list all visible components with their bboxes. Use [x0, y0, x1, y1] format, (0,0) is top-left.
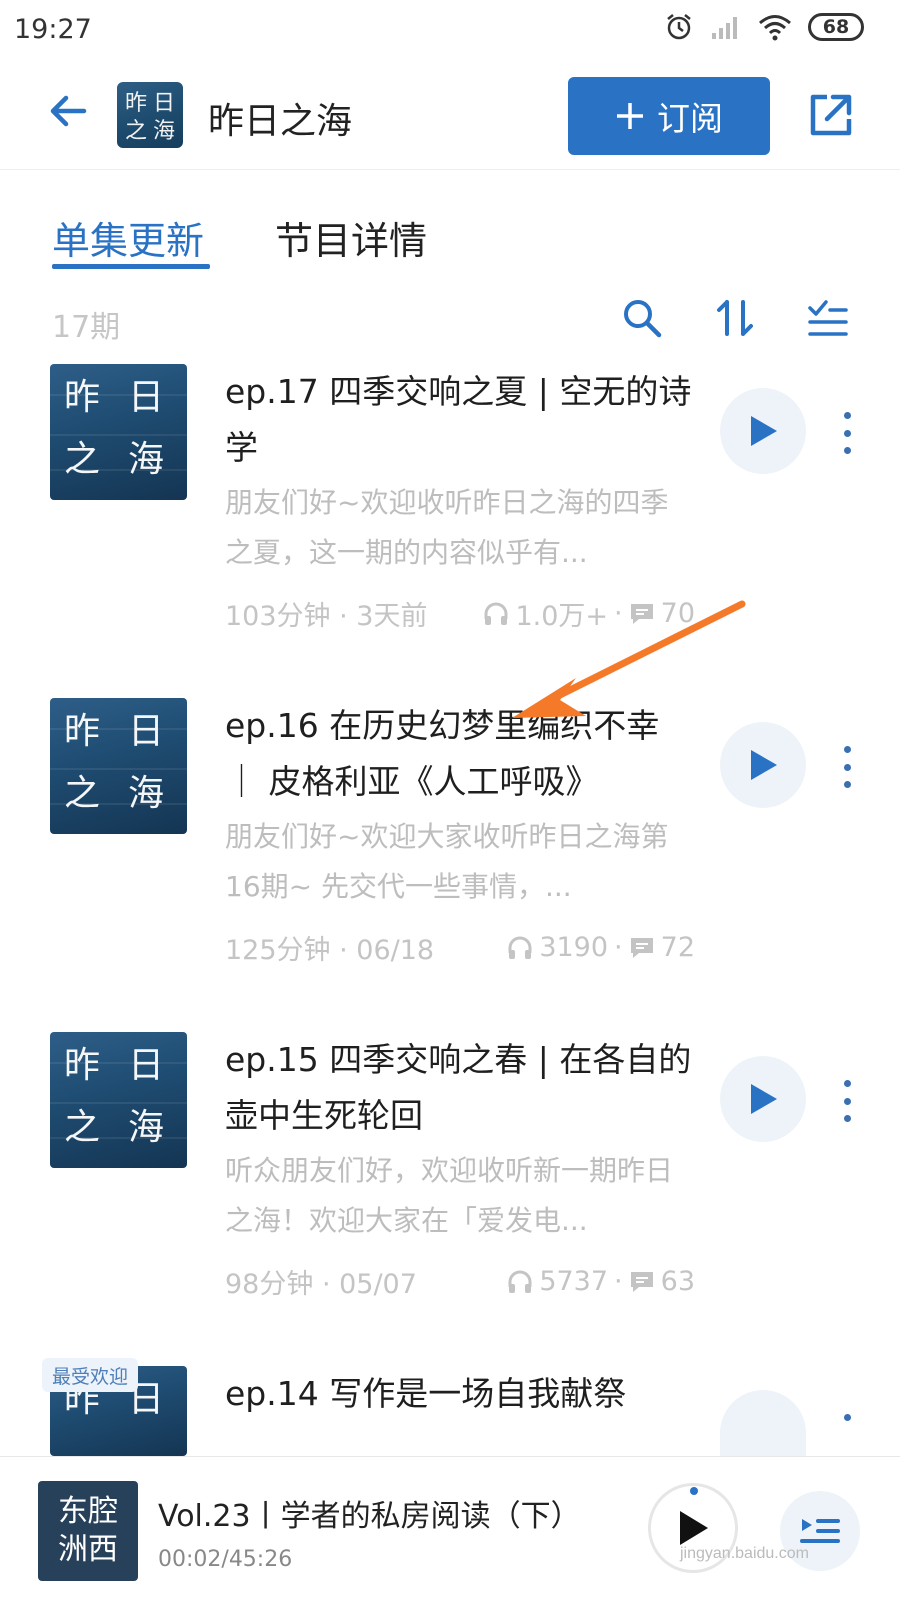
- play-icon: [680, 1511, 708, 1545]
- episode-description: 听众朋友们好，欢迎收听新一期昨日之海！欢迎大家在「爱发电...: [225, 1154, 674, 1237]
- more-options-button[interactable]: [832, 742, 862, 792]
- status-time: 19:27: [14, 14, 92, 45]
- player-track-title[interactable]: Vol.23丨学者的私房阅读（下）: [158, 1491, 581, 1535]
- episode-cover: 昨 日 之 海: [50, 698, 187, 834]
- tab-show-details[interactable]: 节目详情: [275, 210, 427, 265]
- wifi-icon: [759, 15, 791, 41]
- comment-icon: [630, 1271, 653, 1292]
- episode-cover: 昨 日 之 海: [50, 1032, 187, 1168]
- active-tab-indicator: [52, 264, 210, 269]
- playlist-icon: [800, 1519, 840, 1543]
- play-icon: [751, 750, 777, 780]
- watermark: jingyan.baidu.com: [680, 1545, 809, 1562]
- signal-icon: [712, 17, 737, 39]
- episode-duration-date: 98分钟 · 05/07: [225, 1269, 417, 1300]
- svg-text:海: 海: [153, 119, 175, 144]
- search-icon[interactable]: [620, 296, 664, 340]
- more-options-button[interactable]: [832, 408, 862, 458]
- play-count: 5737: [539, 1266, 609, 1297]
- play-count: 1.0万+: [515, 601, 609, 632]
- headphones-icon: [508, 1270, 532, 1293]
- episode-description: 朋友们好~欢迎收听昨日之海的四季之夏，这一期的内容似乎有...: [225, 486, 669, 569]
- episode-title[interactable]: ep.16 在历史幻梦里编织不幸 ｜ 皮格利亚《人工呼吸》: [225, 698, 695, 810]
- play-button[interactable]: [720, 1390, 806, 1456]
- episode-title[interactable]: ep.14 写作是一场自我献祭: [225, 1366, 695, 1422]
- episode-duration-date: 125分钟 · 06/18: [225, 935, 435, 966]
- status-bar: 19:27 68: [0, 0, 900, 64]
- more-options-button[interactable]: [832, 1076, 862, 1126]
- play-icon: [751, 1084, 777, 1114]
- svg-text:之: 之: [125, 119, 147, 144]
- comment-count: 70: [660, 598, 695, 629]
- play-icon: [751, 416, 777, 446]
- comment-icon: [630, 603, 653, 624]
- headphones-icon: [508, 936, 532, 959]
- headphones-icon: [484, 602, 508, 625]
- svg-text:日: 日: [153, 91, 175, 116]
- status-icons: 68: [664, 12, 864, 42]
- comment-count: 63: [660, 1266, 695, 1297]
- play-count: 3190: [539, 932, 609, 963]
- episode-meta: 98分钟 · 05/07 5737 · 63: [225, 1262, 695, 1301]
- episode-item[interactable]: 最受欢迎 昨 日 ep.14 写作是一场自我献祭: [0, 1358, 900, 1456]
- progress-indicator: [690, 1487, 698, 1495]
- cover-text-art: 昨 日 之 海: [125, 91, 175, 144]
- show-cover-thumbnail[interactable]: 昨 日 之 海: [117, 82, 183, 148]
- comment-icon: [630, 937, 653, 958]
- more-options-button[interactable]: [832, 1410, 862, 1430]
- battery-indicator: 68: [808, 13, 864, 41]
- sort-icon[interactable]: [714, 296, 758, 340]
- player-time: 00:02/45:26: [158, 1547, 293, 1572]
- mini-player[interactable]: 东腔 洲西 Vol.23丨学者的私房阅读（下） 00:02/45:26 jing…: [0, 1456, 900, 1600]
- episode-item[interactable]: 昨 日 之 海 ep.17 四季交响之夏 | 空无的诗学 朋友们好~欢迎收听昨日…: [0, 364, 900, 694]
- episode-meta: 125分钟 · 06/18 3190 · 72: [225, 928, 695, 967]
- back-arrow-icon[interactable]: [44, 86, 94, 136]
- episode-title[interactable]: ep.15 四季交响之春 | 在各自的壶中生死轮回: [225, 1032, 695, 1144]
- share-icon[interactable]: [805, 89, 857, 141]
- subscribe-label: 订阅: [657, 99, 723, 138]
- play-button[interactable]: [720, 388, 806, 474]
- most-popular-badge: 最受欢迎: [42, 1358, 139, 1392]
- episode-cover: 昨 日 之 海: [50, 364, 187, 500]
- play-button[interactable]: [720, 722, 806, 808]
- svg-text:昨: 昨: [125, 91, 147, 116]
- app-header: 昨 日 之 海 昨日之海 订阅: [0, 64, 900, 170]
- batch-select-icon[interactable]: [806, 296, 850, 340]
- episode-title[interactable]: ep.17 四季交响之夏 | 空无的诗学: [225, 364, 695, 476]
- episode-meta: 103分钟 · 3天前 1.0万+ · 70: [225, 594, 695, 633]
- subscribe-button[interactable]: 订阅: [568, 77, 770, 155]
- episode-duration-date: 103分钟 · 3天前: [225, 601, 428, 632]
- player-cover[interactable]: 东腔 洲西: [38, 1481, 138, 1581]
- plus-icon: [617, 103, 643, 129]
- episode-count: 17期: [52, 310, 121, 345]
- comment-count: 72: [660, 932, 695, 963]
- show-title: 昨日之海: [208, 101, 353, 142]
- play-button[interactable]: [720, 1056, 806, 1142]
- tab-episode-updates[interactable]: 单集更新: [52, 210, 204, 265]
- episode-item[interactable]: 昨 日 之 海 ep.16 在历史幻梦里编织不幸 ｜ 皮格利亚《人工呼吸》 朋友…: [0, 698, 900, 1028]
- alarm-icon: [667, 14, 691, 40]
- episode-description: 朋友们好~欢迎大家收听昨日之海第16期~ 先交代一些事情，...: [225, 820, 669, 903]
- episode-item[interactable]: 昨 日 之 海 ep.15 四季交响之春 | 在各自的壶中生死轮回 听众朋友们好…: [0, 1032, 900, 1362]
